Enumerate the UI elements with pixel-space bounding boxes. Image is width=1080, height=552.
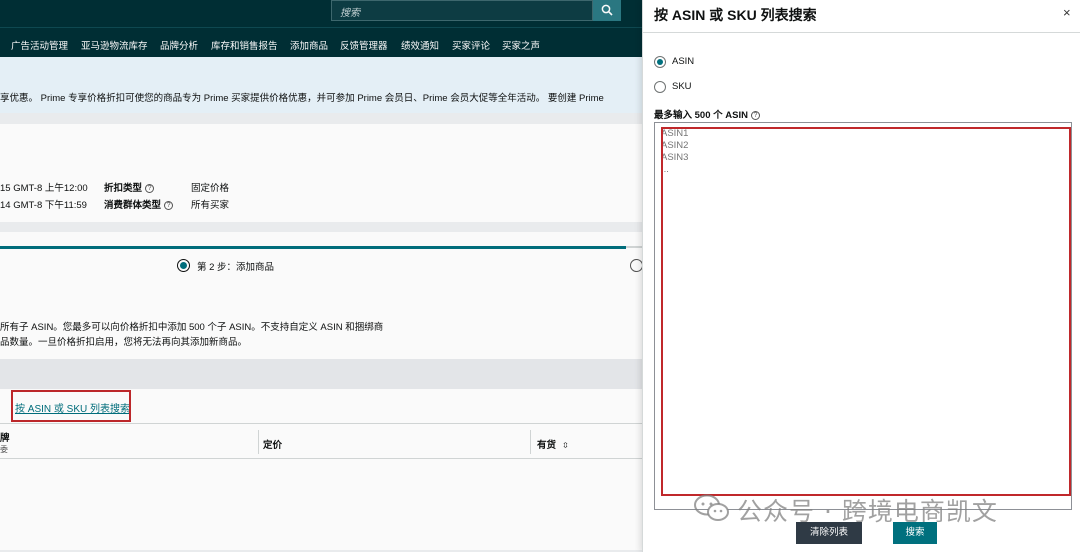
progress-fill — [0, 246, 626, 249]
top-bar: 搜索 — [0, 0, 642, 27]
discount-type-label: 折扣类型? — [104, 180, 155, 194]
column-header-price[interactable]: 定价 — [263, 437, 282, 451]
help-icon[interactable]: ? — [750, 110, 760, 120]
search-placeholder: 搜索 — [340, 8, 360, 19]
option-sku-label: SKU — [672, 81, 692, 92]
add-products-step: 第 2 步：添加商品 所有子 ASIN。您最多可以向价格折扣中添加 500 个子… — [0, 232, 642, 550]
banner-text: 享优惠。 Prime 专享价格折扣可使您的商品专为 Prime 买家提供价格优惠… — [0, 93, 604, 104]
asin-list-input[interactable] — [654, 122, 1072, 510]
step-description-line2: 品数量。一旦价格折扣启用，您将无法再向其添加新商品。 — [0, 337, 248, 348]
search-submit-button[interactable]: 搜索 — [893, 522, 937, 544]
nav-item-campaign-manager[interactable]: 广告活动管理 — [11, 38, 68, 52]
prime-info-banner: 享优惠。 Prime 专享价格折扣可使您的商品专为 Prime 买家提供价格优惠… — [0, 57, 642, 113]
column-header-brand[interactable]: 牌 — [0, 430, 10, 444]
nav-item-inventory-sales-report[interactable]: 库存和销售报告 — [211, 38, 278, 52]
panel-title: 按 ASIN 或 SKU 列表搜索 — [654, 7, 817, 23]
clear-list-button[interactable]: 清除列表 — [796, 522, 862, 544]
nav-item-add-products[interactable]: 添加商品 — [290, 38, 328, 52]
sort-icon[interactable]: ⇳ — [562, 441, 569, 450]
product-table-header: 牌 委 定价 有货 ⇳ — [0, 423, 642, 459]
option-asin-label: ASIN — [672, 56, 695, 67]
search-icon — [601, 4, 613, 16]
nav-item-feedback-manager[interactable]: 反馈管理器 — [340, 38, 388, 52]
consumer-group-label: 消费群体类型? — [104, 197, 174, 211]
radio-asin[interactable] — [654, 56, 666, 68]
column-header-in-stock[interactable]: 有货 ⇳ — [537, 437, 569, 451]
start-time: 15 GMT-8 上午12:00 — [0, 183, 88, 194]
help-icon[interactable]: ? — [164, 200, 174, 210]
search-button[interactable] — [593, 0, 621, 21]
max-asin-label: 最多输入 500 个 ASIN? — [654, 107, 760, 121]
step3-indicator — [630, 259, 642, 272]
nav-item-voice-of-customer[interactable]: 买家之声 — [502, 38, 540, 52]
main-nav: 广告活动管理 亚马逊物流库存 品牌分析 库存和销售报告 添加商品 反馈管理器 绩… — [0, 27, 642, 57]
column-divider — [258, 430, 259, 454]
radio-sku[interactable] — [654, 81, 666, 93]
step-description-line1: 所有子 ASIN。您最多可以向价格折扣中添加 500 个子 ASIN。不支持自定… — [0, 322, 384, 333]
help-icon[interactable]: ? — [145, 183, 155, 193]
column-divider — [530, 430, 531, 454]
step2-label: 第 2 步：添加商品 — [197, 262, 275, 273]
nav-item-performance-notifications[interactable]: 绩效通知 — [401, 38, 439, 52]
end-time: 14 GMT-8 下午11:59 — [0, 200, 87, 211]
search-by-list-panel: 按 ASIN 或 SKU 列表搜索 × ASIN SKU 最多输入 500 个 … — [642, 0, 1080, 552]
step2-indicator — [177, 259, 190, 272]
consumer-group-value: 所有买家 — [191, 200, 230, 211]
nav-item-fba-inventory[interactable]: 亚马逊物流库存 — [81, 38, 148, 52]
seller-central-page: 搜索 广告活动管理 亚马逊物流库存 品牌分析 库存和销售报告 添加商品 反馈管理… — [0, 0, 642, 552]
highlight-box — [11, 390, 131, 422]
section-divider-band — [0, 359, 642, 389]
close-icon[interactable]: × — [1063, 5, 1071, 20]
global-search-input[interactable]: 搜索 — [331, 0, 593, 21]
discount-type-value: 固定价格 — [191, 183, 230, 194]
panel-header: 按 ASIN 或 SKU 列表搜索 × — [643, 0, 1080, 33]
promotion-details-card: 15 GMT-8 上午12:00 折扣类型? 固定价格 14 GMT-8 下午1… — [0, 124, 642, 222]
column-header-brand-sub: 委 — [0, 445, 8, 454]
nav-item-customer-reviews[interactable]: 买家评论 — [452, 38, 490, 52]
nav-item-brand-analytics[interactable]: 品牌分析 — [160, 38, 198, 52]
